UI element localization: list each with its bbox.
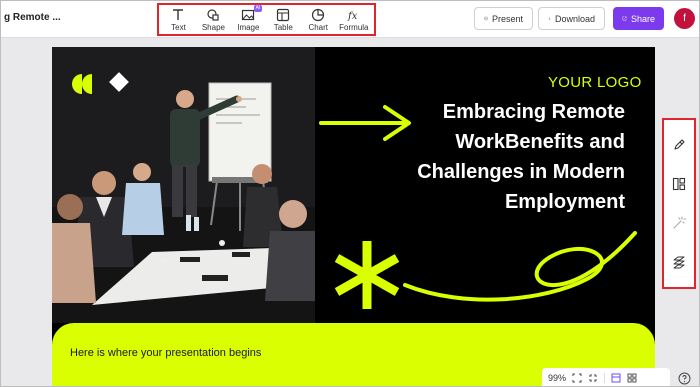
formula-icon: fx: [347, 11, 358, 22]
layout-icon: [672, 178, 686, 191]
share-label: Share: [630, 13, 655, 24]
tool-formula-label: Formula: [339, 22, 369, 32]
shape-icon: [207, 8, 220, 21]
tool-table-label: Table: [273, 22, 293, 32]
tool-formula[interactable]: fx Formula: [339, 8, 368, 32]
right-tool-panel: [662, 118, 696, 289]
grid-view-icon[interactable]: [627, 373, 637, 383]
chart-icon: [312, 8, 325, 21]
share-button[interactable]: Share: [613, 7, 664, 30]
tool-shape-label: Shape: [201, 22, 225, 32]
subtitle-text[interactable]: Here is where your presentation begins: [70, 347, 261, 359]
zoom-level[interactable]: 99%: [548, 373, 566, 383]
slide-canvas[interactable]: YOUR LOGO Embracing Remote WorkBenefits …: [52, 47, 655, 387]
tool-text[interactable]: Text: [164, 8, 192, 32]
document-title[interactable]: g Remote ...: [4, 12, 61, 23]
text-icon: [173, 8, 184, 20]
table-icon: [277, 8, 290, 21]
edit-tool[interactable]: [671, 137, 687, 153]
top-bar: g Remote ... Text Shape AI Image Table C…: [0, 0, 700, 38]
tool-text-label: Text: [171, 22, 186, 32]
zoom-bar: 99%: [542, 368, 670, 387]
present-label: Present: [491, 13, 523, 24]
decorative-graphics: [319, 105, 637, 309]
tool-image-label: Image: [237, 22, 260, 32]
transition-icon: [673, 256, 685, 269]
layout-tool[interactable]: [671, 176, 687, 192]
download-icon: [548, 17, 551, 20]
single-view-icon[interactable]: [611, 373, 621, 383]
download-label: Download: [554, 13, 595, 24]
insert-toolbar: Text Shape AI Image Table Chart fx Formu…: [157, 3, 376, 36]
play-icon: [484, 16, 488, 21]
tool-chart[interactable]: Chart: [304, 8, 332, 32]
tool-image[interactable]: AI Image: [234, 4, 263, 32]
share-icon: [622, 16, 627, 21]
zoom-divider: [604, 372, 606, 383]
pen-icon: [674, 139, 685, 150]
transition-tool[interactable]: [671, 254, 687, 270]
tool-chart-label: Chart: [308, 22, 328, 32]
tool-shape[interactable]: Shape: [199, 8, 227, 32]
fit-screen-icon[interactable]: [572, 373, 582, 383]
avatar[interactable]: f: [674, 8, 695, 29]
magic-wand-icon: [673, 216, 686, 229]
help-icon[interactable]: [677, 371, 691, 385]
ai-badge: AI: [253, 4, 263, 12]
present-button[interactable]: Present: [474, 7, 533, 30]
ai-tool[interactable]: [671, 215, 687, 231]
fullscreen-icon[interactable]: [588, 373, 598, 383]
download-button[interactable]: Download: [538, 7, 605, 30]
logo-shapes: [72, 72, 129, 94]
svg-text:fx: fx: [347, 11, 358, 22]
tool-table[interactable]: Table: [269, 8, 297, 32]
